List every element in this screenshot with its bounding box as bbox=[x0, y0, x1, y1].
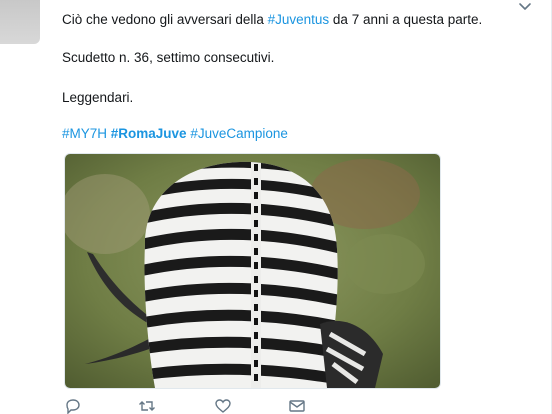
tweet-image[interactable] bbox=[64, 153, 441, 389]
tweet-line-1: Ciò che vedono gli avversari della #Juve… bbox=[62, 10, 482, 30]
envelope-icon[interactable] bbox=[288, 398, 306, 414]
zebra-photo bbox=[65, 154, 440, 388]
hashtag-juvecampione[interactable]: #JuveCampione bbox=[190, 126, 288, 141]
avatar[interactable] bbox=[0, 0, 40, 44]
reply-icon[interactable] bbox=[64, 398, 82, 414]
tweet-actions bbox=[62, 398, 362, 414]
hashtag-romajuve[interactable]: #RomaJuve bbox=[111, 126, 187, 141]
hashtag-juventus[interactable]: #Juventus bbox=[268, 12, 330, 27]
retweet-icon[interactable] bbox=[138, 398, 156, 414]
hashtag-my7h[interactable]: #MY7H bbox=[62, 126, 107, 141]
tweet-hashtags: #MY7H #RomaJuve #JuveCampione bbox=[62, 124, 288, 144]
tweet-line-2: Scudetto n. 36, settimo consecutivi. bbox=[62, 50, 275, 65]
tweet-text-segment: da 7 anni a questa parte. bbox=[329, 12, 483, 27]
tweet-line-3: Leggendari. bbox=[62, 90, 134, 105]
tweet-text-segment: Ciò che vedono gli avversari della bbox=[62, 12, 268, 27]
chevron-down-icon[interactable] bbox=[518, 2, 532, 12]
heart-icon[interactable] bbox=[214, 398, 232, 414]
